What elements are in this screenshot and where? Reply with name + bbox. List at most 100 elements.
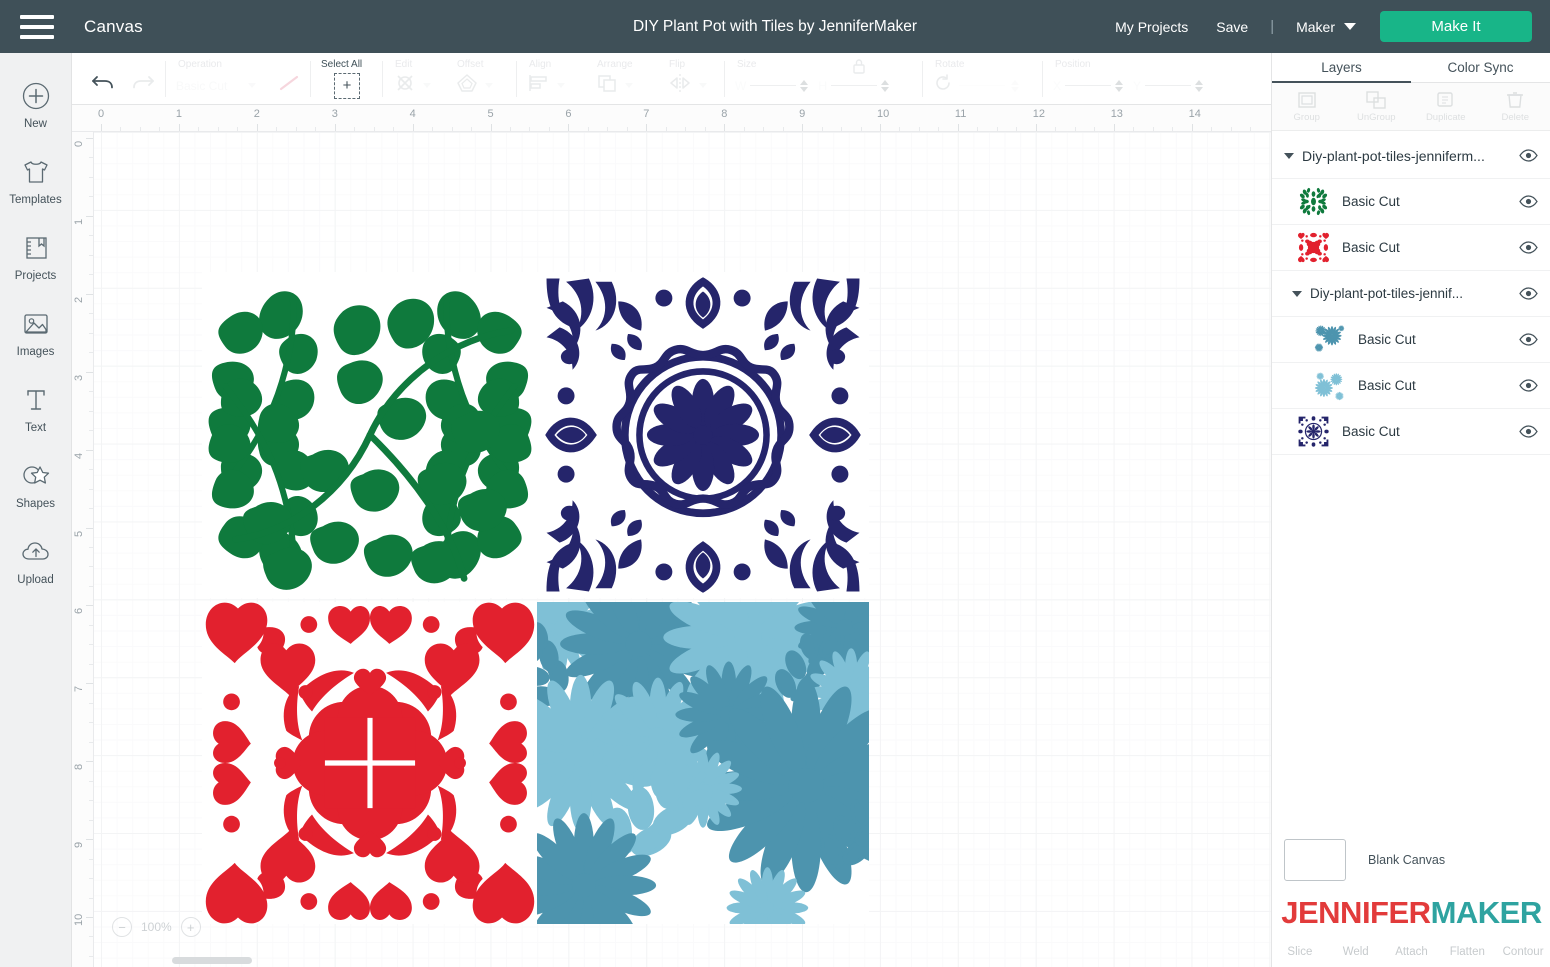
chevron-down-icon[interactable] xyxy=(1284,152,1294,159)
visibility-eye-icon[interactable] xyxy=(1519,241,1538,254)
make-it-button[interactable]: Make It xyxy=(1380,11,1532,42)
duplicate-button[interactable]: Duplicate xyxy=(1411,83,1481,130)
size-width-stepper[interactable] xyxy=(800,79,809,92)
visibility-eye-icon[interactable] xyxy=(1519,195,1538,208)
green-leaf-tile[interactable] xyxy=(202,272,538,598)
position-y-input[interactable] xyxy=(1145,85,1192,86)
operation-value[interactable]: Basic Cut xyxy=(176,79,227,93)
blank-canvas-row[interactable]: Blank Canvas xyxy=(1272,839,1550,881)
design-canvas[interactable]: 0 1 2 3 4 5 6 7 8 9 10 11 12 13 14 0 1 2 3 4 5 6 7 8 9 10 − 100%… xyxy=(72,105,1271,967)
sidebar-item-text[interactable]: Text xyxy=(0,371,72,447)
tab-layers[interactable]: Layers xyxy=(1272,53,1411,83)
chevron-down-icon[interactable] xyxy=(699,83,707,88)
position-x-stepper[interactable] xyxy=(1115,79,1124,92)
ruler-tick-label: 9 xyxy=(73,841,85,849)
navy-talavera-thumb xyxy=(1298,416,1329,447)
logo-part-one: JENNIFER xyxy=(1281,895,1431,930)
redo-icon[interactable] xyxy=(130,72,156,99)
position-x-input[interactable] xyxy=(1065,85,1112,86)
chevron-down-icon[interactable] xyxy=(485,83,493,88)
layer-row[interactable]: Basic Cut xyxy=(1272,317,1550,363)
zoom-out-button[interactable]: − xyxy=(112,917,132,937)
slice-button[interactable]: Slice xyxy=(1272,937,1328,967)
size-width-input[interactable] xyxy=(750,85,797,86)
chevron-down-icon[interactable] xyxy=(557,83,565,88)
sidebar-label: Templates xyxy=(9,193,62,206)
contour-button[interactable]: Contour xyxy=(1495,937,1550,967)
history-group xyxy=(72,53,166,105)
layer-row[interactable]: Basic Cut xyxy=(1272,409,1550,455)
sidebar-item-upload[interactable]: Upload xyxy=(0,523,72,599)
ruler-mark xyxy=(373,127,375,131)
ruler-mark xyxy=(1211,127,1213,131)
chevron-down-icon[interactable] xyxy=(248,83,257,88)
size-label: Size xyxy=(737,59,757,70)
chevron-down-icon[interactable] xyxy=(423,83,431,88)
logo-part-two: MAKER xyxy=(1430,895,1543,930)
rotate-input[interactable] xyxy=(959,85,1005,86)
red-heart-tile[interactable] xyxy=(202,602,538,924)
rotate-stepper[interactable] xyxy=(1011,80,1019,92)
select-all-button[interactable]: + xyxy=(334,72,360,99)
ungroup-icon xyxy=(1366,91,1386,109)
size-height-stepper[interactable] xyxy=(881,79,889,92)
ruler-mark xyxy=(217,127,219,131)
layer-row[interactable]: Basic Cut xyxy=(1272,179,1550,225)
ungroup-button[interactable]: UnGroup xyxy=(1342,83,1412,130)
attach-button[interactable]: Attach xyxy=(1384,937,1440,967)
chevron-down-icon[interactable] xyxy=(1292,290,1302,297)
offset-icon[interactable] xyxy=(455,72,479,99)
sidebar-item-templates[interactable]: Templates xyxy=(0,143,72,219)
ruler-mark xyxy=(918,127,920,131)
tab-color-sync[interactable]: Color Sync xyxy=(1411,53,1550,82)
ruler-mark xyxy=(1074,127,1076,131)
weld-button[interactable]: Weld xyxy=(1328,937,1384,967)
sidebar-item-new[interactable]: New xyxy=(0,67,72,143)
rotate-icon[interactable] xyxy=(933,73,953,98)
header-actions: My Projects Save | Maker Make It xyxy=(1101,11,1550,42)
sidebar-item-images[interactable]: Images xyxy=(0,295,72,371)
visibility-eye-icon[interactable] xyxy=(1519,425,1538,438)
blue-daisy-tile[interactable] xyxy=(537,602,869,924)
ruler-mark xyxy=(1035,124,1037,131)
sidebar-item-shapes[interactable]: Shapes xyxy=(0,447,72,523)
blue-daisy-b-thumb xyxy=(1314,372,1344,401)
layer-row[interactable]: Basic Cut xyxy=(1272,363,1550,409)
group-button[interactable]: Group xyxy=(1272,83,1342,130)
layer-thumbnail xyxy=(1298,186,1329,217)
undo-icon[interactable] xyxy=(90,72,116,99)
lock-icon[interactable] xyxy=(851,57,867,80)
ruler-mark xyxy=(393,127,395,131)
ruler-mark xyxy=(626,127,628,131)
position-y-stepper[interactable] xyxy=(1195,79,1204,92)
flip-icon[interactable] xyxy=(667,72,693,99)
hamburger-menu-icon[interactable] xyxy=(20,14,54,39)
size-height-input[interactable] xyxy=(831,85,877,86)
edit-icon[interactable] xyxy=(393,72,417,99)
visibility-eye-icon[interactable] xyxy=(1519,287,1538,300)
machine-selector[interactable]: Maker xyxy=(1282,19,1364,35)
sidebar-item-projects[interactable]: Projects xyxy=(0,219,72,295)
arrange-icon[interactable] xyxy=(595,72,619,99)
delete-button[interactable]: Delete xyxy=(1481,83,1550,130)
zoom-in-button[interactable]: + xyxy=(180,917,201,937)
chevron-down-icon[interactable] xyxy=(625,83,633,88)
line-type-swatch[interactable] xyxy=(277,73,301,98)
save-button[interactable]: Save xyxy=(1202,19,1262,35)
ruler-mark xyxy=(802,124,804,131)
layer-group-row[interactable]: Diy-plant-pot-tiles-jenniferm... xyxy=(1272,133,1550,179)
flatten-button[interactable]: Flatten xyxy=(1439,937,1495,967)
visibility-eye-icon[interactable] xyxy=(1519,379,1538,392)
visibility-eye-icon[interactable] xyxy=(1519,149,1538,162)
blank-canvas-swatch[interactable] xyxy=(1284,839,1346,881)
ruler-mark xyxy=(334,124,336,131)
my-projects-button[interactable]: My Projects xyxy=(1101,19,1202,35)
layer-row[interactable]: Basic Cut xyxy=(1272,225,1550,271)
navy-talavera-tile[interactable] xyxy=(537,272,869,598)
visibility-eye-icon[interactable] xyxy=(1519,333,1538,346)
offset-label: Offset xyxy=(457,59,484,70)
layer-subgroup-row[interactable]: Diy-plant-pot-tiles-jennif... xyxy=(1272,271,1550,317)
horizontal-scrollbar[interactable] xyxy=(172,957,252,964)
ruler-mark xyxy=(977,127,979,131)
align-icon[interactable] xyxy=(527,72,551,99)
